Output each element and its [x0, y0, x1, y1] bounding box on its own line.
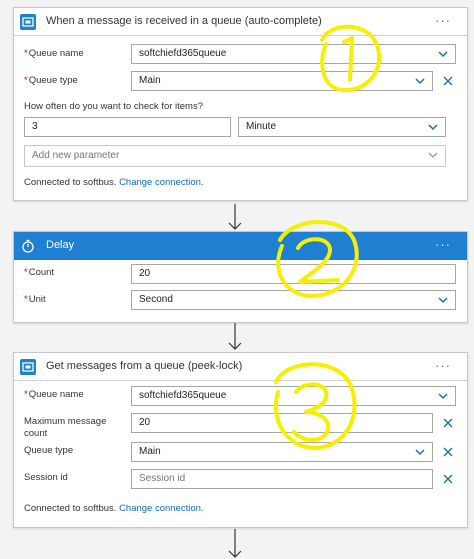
- queue-type-label: *Queue type: [24, 75, 78, 86]
- change-connection-link[interactable]: Change connection.: [119, 503, 204, 514]
- frequency-value: Minute: [246, 121, 277, 132]
- delay-card-header[interactable]: Delay ···: [14, 232, 467, 260]
- queue-type-label: Queue type: [24, 445, 74, 456]
- flow-arrow-down-icon: [228, 323, 242, 350]
- connection-info: Connected to softbus. Change connection.: [24, 503, 204, 514]
- unit-dropdown[interactable]: Second: [131, 290, 456, 310]
- chevron-down-icon: [438, 393, 448, 400]
- flow-arrow-down-icon: [228, 529, 242, 558]
- max-message-count-input[interactable]: 20: [131, 413, 433, 433]
- chevron-down-icon: [428, 152, 438, 158]
- connected-text: Connected to softbus.: [24, 503, 117, 514]
- more-options-icon[interactable]: ···: [435, 13, 451, 28]
- more-options-icon[interactable]: ···: [435, 237, 451, 252]
- chevron-down-icon: [415, 78, 425, 85]
- queue-type-value: Main: [139, 75, 161, 86]
- unit-value: Second: [139, 294, 173, 305]
- count-value: 20: [139, 268, 151, 279]
- get-messages-card-header[interactable]: Get messages from a queue (peek-lock) ··…: [14, 353, 467, 381]
- session-id-placeholder: Session id: [139, 473, 186, 484]
- trigger-card-queue-receive: When a message is received in a queue (a…: [13, 7, 468, 201]
- service-bus-icon: [20, 359, 36, 375]
- unit-label: *Unit: [24, 294, 46, 305]
- chevron-down-icon: [438, 51, 448, 58]
- service-bus-icon: [20, 14, 36, 30]
- queue-name-label: *Queue name: [24, 389, 84, 400]
- remove-param-close-icon[interactable]: [442, 75, 454, 87]
- queue-name-value: softchiefd365queue: [139, 48, 227, 59]
- frequency-dropdown[interactable]: Minute: [238, 117, 446, 137]
- interval-input[interactable]: 3: [24, 117, 231, 137]
- queue-name-dropdown[interactable]: softchiefd365queue: [131, 386, 456, 406]
- queue-name-dropdown[interactable]: softchiefd365queue: [131, 44, 456, 64]
- interval-value: 3: [32, 121, 38, 132]
- count-input[interactable]: 20: [131, 264, 456, 284]
- add-new-parameter-dropdown[interactable]: Add new parameter: [24, 145, 446, 167]
- queue-type-value: Main: [139, 446, 161, 457]
- queue-name-value: softchiefd365queue: [139, 390, 227, 401]
- queue-name-label: *Queue name: [24, 48, 84, 59]
- delay-card-title: Delay: [46, 239, 75, 251]
- trigger-card-header[interactable]: When a message is received in a queue (a…: [14, 8, 467, 36]
- queue-type-dropdown[interactable]: Main: [131, 71, 433, 91]
- connection-info: Connected to softbus. Change connection.: [24, 177, 204, 188]
- change-connection-link[interactable]: Change connection.: [119, 177, 204, 188]
- trigger-card-title: When a message is received in a queue (a…: [46, 15, 322, 27]
- remove-param-close-icon[interactable]: [442, 417, 454, 429]
- delay-card: Delay ··· *Count 20 *Unit Second: [13, 231, 468, 323]
- interval-prompt: How often do you want to check for items…: [24, 101, 204, 112]
- remove-param-close-icon[interactable]: [442, 446, 454, 458]
- count-label: *Count: [24, 267, 55, 278]
- timer-icon: [20, 238, 36, 254]
- get-messages-card-title: Get messages from a queue (peek-lock): [46, 360, 243, 372]
- chevron-down-icon: [415, 449, 425, 456]
- max-message-count-value: 20: [139, 417, 151, 428]
- session-id-label: Session id: [24, 472, 68, 483]
- get-messages-card: Get messages from a queue (peek-lock) ··…: [13, 352, 468, 528]
- session-id-input[interactable]: Session id: [131, 469, 433, 489]
- queue-type-dropdown[interactable]: Main: [131, 442, 433, 462]
- max-message-count-label: Maximum message count: [24, 416, 107, 439]
- add-parameter-placeholder: Add new parameter: [32, 150, 120, 161]
- more-options-icon[interactable]: ···: [435, 358, 451, 373]
- chevron-down-icon: [428, 124, 438, 131]
- remove-param-close-icon[interactable]: [442, 473, 454, 485]
- connected-text: Connected to softbus.: [24, 177, 117, 188]
- flow-arrow-down-icon: [228, 204, 242, 230]
- chevron-down-icon: [438, 297, 448, 304]
